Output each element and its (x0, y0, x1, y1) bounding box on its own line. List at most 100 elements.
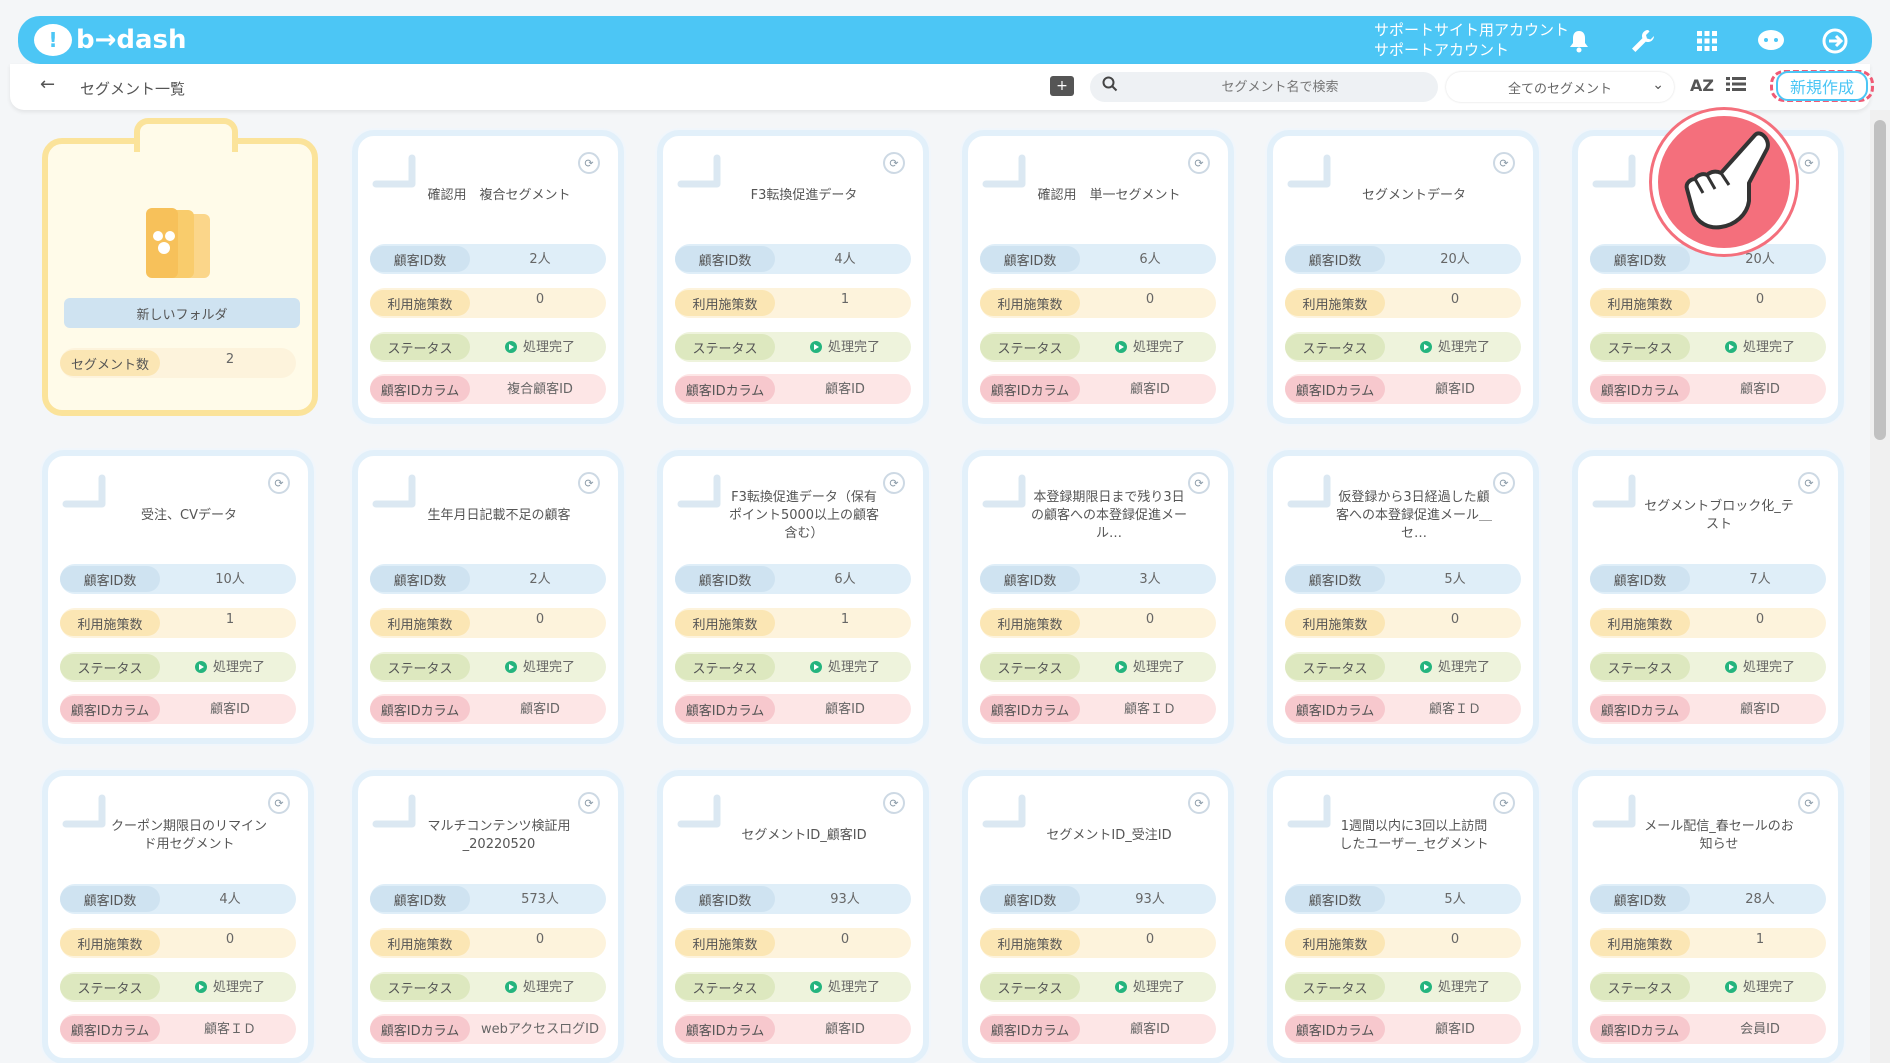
segment-type-icon: ⟳ (578, 792, 600, 814)
status-complete-icon (809, 341, 822, 353)
segment-card[interactable]: ⟳ F3転換促進データ（保有ポイント5000以上の顧客含む） 顧客ID数 6人 … (657, 450, 929, 744)
status-text: 処理完了 (827, 980, 880, 995)
customers-value: 5人 (1444, 892, 1466, 907)
status-value: 処理完了 (785, 336, 905, 355)
segment-card[interactable]: ⟳ 受注、CVデータ 顧客ID数 10人 利用施策数 1 ステータス 処理完了 … (42, 450, 314, 744)
customers-row: 顧客ID数 93人 (980, 884, 1216, 914)
segment-type-icon: ⟳ (1493, 472, 1515, 494)
search-input[interactable] (1130, 76, 1430, 98)
wrench-icon[interactable] (1626, 24, 1660, 58)
column-row: 顧客IDカラム 顧客ID (370, 694, 606, 724)
vertical-scrollbar[interactable] (1870, 110, 1890, 1063)
segment-card[interactable]: ⟳ 1週間以内に3回以上訪問したユーザー_セグメント 顧客ID数 5人 利用施策… (1267, 770, 1539, 1063)
segment-card[interactable]: ⟳ 確認用 単一セグメント 顧客ID数 6人 利用施策数 0 ステータス 処理完… (962, 130, 1234, 424)
column-value: 顧客ID (1130, 1022, 1170, 1037)
segment-card[interactable]: ⟳ セグメントデータ 顧客ID数 20人 利用施策数 0 ステータス 処理完了 … (1267, 130, 1539, 424)
segment-card[interactable]: ⟳ 本登録期限日まで残り3日の顧客への本登録促進メール… 顧客ID数 3人 利用… (962, 450, 1234, 744)
scrollbar-thumb[interactable] (1874, 120, 1886, 440)
measures-label: 利用施策数 (980, 290, 1080, 316)
status-complete-icon (1419, 341, 1432, 353)
status-complete-icon (809, 661, 822, 673)
measures-row: 利用施策数 0 (1285, 608, 1521, 638)
status-complete-icon (1724, 981, 1737, 993)
chevron-down-icon: ⌄ (1652, 77, 1664, 93)
segment-card[interactable]: ⟳ クーポン期限日のリマインド用セグメント 顧客ID数 4人 利用施策数 0 ス… (42, 770, 314, 1063)
status-row: ステータス 処理完了 (1590, 332, 1826, 362)
segment-card[interactable]: ⟳ セグメントID_受注ID 顧客ID数 93人 利用施策数 0 ステータス 処… (962, 770, 1234, 1063)
column-row: 顧客IDカラム 会員ID (1590, 1014, 1826, 1044)
column-row: 顧客IDカラム 顧客ID (1590, 374, 1826, 404)
status-complete-icon (809, 981, 822, 993)
segment-card[interactable]: ⟳ 仮登録から3日経過した顧客への本登録促進メール＿セ… 顧客ID数 5人 利用… (1267, 450, 1539, 744)
status-value: 処理完了 (480, 336, 600, 355)
status-text: 処理完了 (1742, 660, 1795, 675)
status-value: 処理完了 (170, 976, 290, 995)
column-value: webアクセスログID (480, 1022, 600, 1037)
measures-label: 利用施策数 (1285, 930, 1385, 956)
segment-filter-select[interactable]: 全てのセグメント ⌄ (1446, 72, 1674, 102)
status-label: ステータス (1285, 974, 1385, 1000)
measures-row: 利用施策数 0 (370, 928, 606, 958)
status-label: ステータス (1590, 974, 1690, 1000)
segment-card[interactable]: ⟳ マルチコンテンツ検証用_20220520 顧客ID数 573人 利用施策数 … (352, 770, 624, 1063)
segment-title: クーポン期限日のリマインド用セグメント (110, 819, 267, 852)
status-complete-icon (504, 661, 517, 673)
back-arrow-icon[interactable]: ← (40, 74, 55, 95)
status-value: 処理完了 (480, 656, 600, 675)
status-row: ステータス 処理完了 (980, 332, 1216, 362)
status-text: 処理完了 (212, 980, 265, 995)
segment-card[interactable]: ⟳ F3転換促進データ 顧客ID数 4人 利用施策数 1 ステータス 処理完了 … (657, 130, 929, 424)
segment-card[interactable]: ⟳ セグメントID_顧客ID 顧客ID数 93人 利用施策数 0 ステータス 処… (657, 770, 929, 1063)
segment-title: F3転換促進データ (750, 188, 858, 203)
folder-card[interactable]: 新しいフォルダ セグメント数 2 (42, 118, 318, 416)
segment-title: メール配信_春セールのお知らせ (1644, 819, 1794, 852)
list-view-icon[interactable] (1726, 76, 1746, 97)
logout-icon[interactable] (1818, 24, 1852, 58)
measures-label: 利用施策数 (675, 610, 775, 636)
customers-row: 顧客ID数 573人 (370, 884, 606, 914)
status-label: ステータス (675, 654, 775, 680)
card-corner-decoration (1287, 794, 1337, 828)
customers-row: 顧客ID数 6人 (980, 244, 1216, 274)
logo-text: b→dash (76, 25, 187, 55)
measures-label: 利用施策数 (60, 610, 160, 636)
column-label: 顧客IDカラム (370, 1016, 470, 1042)
column-row: 顧客IDカラム 複合顧客ID (370, 374, 606, 404)
status-complete-icon (1114, 341, 1127, 353)
customers-value: 10人 (215, 572, 245, 587)
card-corner-decoration (982, 154, 1032, 188)
customers-value: 6人 (834, 572, 856, 587)
grid-icon[interactable] (1690, 24, 1724, 58)
customers-value: 4人 (834, 252, 856, 267)
segment-type-icon: ⟳ (1493, 152, 1515, 174)
status-text: 処理完了 (522, 340, 575, 355)
segment-card[interactable]: ⟳ メール配信_春セールのお知らせ 顧客ID数 28人 利用施策数 1 ステータ… (1572, 770, 1844, 1063)
segment-card[interactable]: ⟳ セグメントブロック化_テスト 顧客ID数 7人 利用施策数 0 ステータス … (1572, 450, 1844, 744)
new-segment-button[interactable]: 新規作成 (1775, 71, 1868, 101)
status-complete-icon (1724, 661, 1737, 673)
column-row: 顧客IDカラム 顧客ＩＤ (1285, 694, 1521, 724)
status-label: ステータス (1590, 654, 1690, 680)
chat-icon[interactable] (1754, 24, 1788, 58)
customers-value: 7人 (1749, 572, 1771, 587)
card-corner-decoration (677, 794, 727, 828)
sort-az-icon[interactable]: AZ (1690, 76, 1714, 95)
column-row: 顧客IDカラム 顧客ID (60, 694, 296, 724)
segment-title: 確認用 複合セグメント (427, 188, 571, 203)
status-complete-icon (1419, 981, 1432, 993)
status-complete-icon (194, 981, 207, 993)
measures-value: 0 (535, 612, 545, 627)
segment-card[interactable]: ⟳ 確認用 複合セグメント 顧客ID数 2人 利用施策数 0 ステータス 処理完… (352, 130, 624, 424)
segment-card[interactable]: ⟳ 生年月日記載不足の顧客 顧客ID数 2人 利用施策数 0 ステータス 処理完… (352, 450, 624, 744)
bell-icon[interactable] (1562, 24, 1596, 58)
status-text: 処理完了 (827, 340, 880, 355)
customers-label: 顧客ID数 (370, 566, 470, 592)
customers-row: 顧客ID数 2人 (370, 564, 606, 594)
customers-row: 顧客ID数 20人 (1285, 244, 1521, 274)
bdash-logo[interactable]: ! b→dash (34, 24, 187, 56)
column-label: 顧客IDカラム (1590, 696, 1690, 722)
add-folder-icon[interactable]: + (1050, 76, 1074, 96)
segment-type-icon: ⟳ (268, 472, 290, 494)
measures-row: 利用施策数 0 (980, 288, 1216, 318)
segment-title: 1週間以内に3回以上訪問したユーザー_セグメント (1339, 819, 1489, 852)
